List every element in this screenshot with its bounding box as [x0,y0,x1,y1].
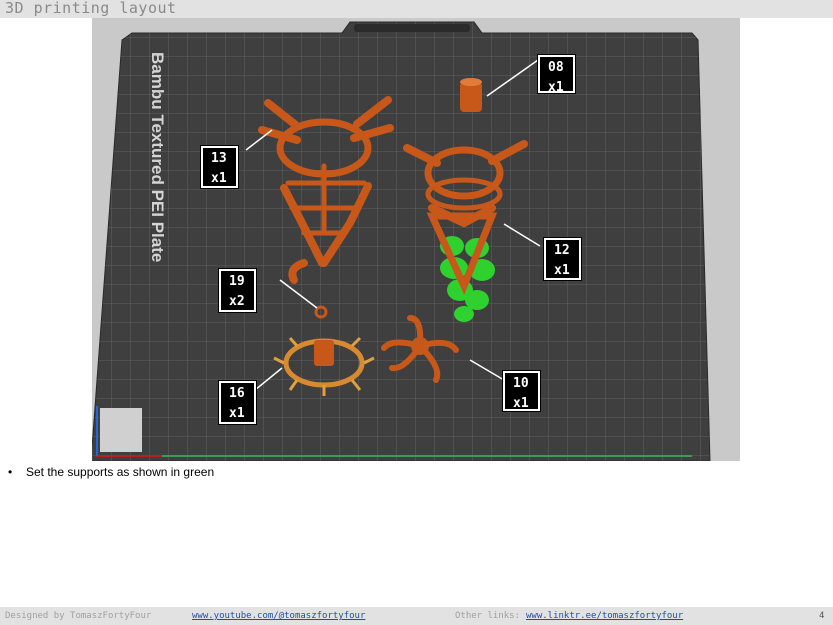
callout-16: 16 x1 [218,380,257,425]
designer-credit: Designed by TomaszFortyFour [5,611,152,621]
support-note-text: Set the supports as shown in green [26,465,215,479]
callout-13: 13 x1 [200,145,239,189]
callout-10: 10 x1 [502,370,541,412]
title-bar: 3D printing layout [0,0,833,18]
build-plate-scene[interactable]: Bambu Textured PEI Plate [92,18,740,461]
part-08[interactable] [460,78,482,112]
support-note: • Set the supports as shown in green [8,465,214,479]
page-number: 4 [819,611,825,621]
other-links-label: Other links: [455,611,521,621]
callout-08: 08 x1 [537,54,576,95]
callout-12: 12 x1 [543,237,582,281]
linktree-link[interactable]: www.linktr.ee/tomaszfortyfour [526,611,683,621]
footer: Designed by TomaszFortyFour www.youtube.… [0,607,833,625]
plate-label: Bambu Textured PEI Plate [148,52,167,262]
page-title: 3D printing layout [5,0,177,17]
bullet-icon: • [8,465,13,479]
3d-viewport[interactable]: Bambu Textured PEI Plate [92,18,740,461]
callout-19: 19 x2 [218,268,257,313]
youtube-link[interactable]: www.youtube.com/@tomaszfortyfour [192,611,365,621]
